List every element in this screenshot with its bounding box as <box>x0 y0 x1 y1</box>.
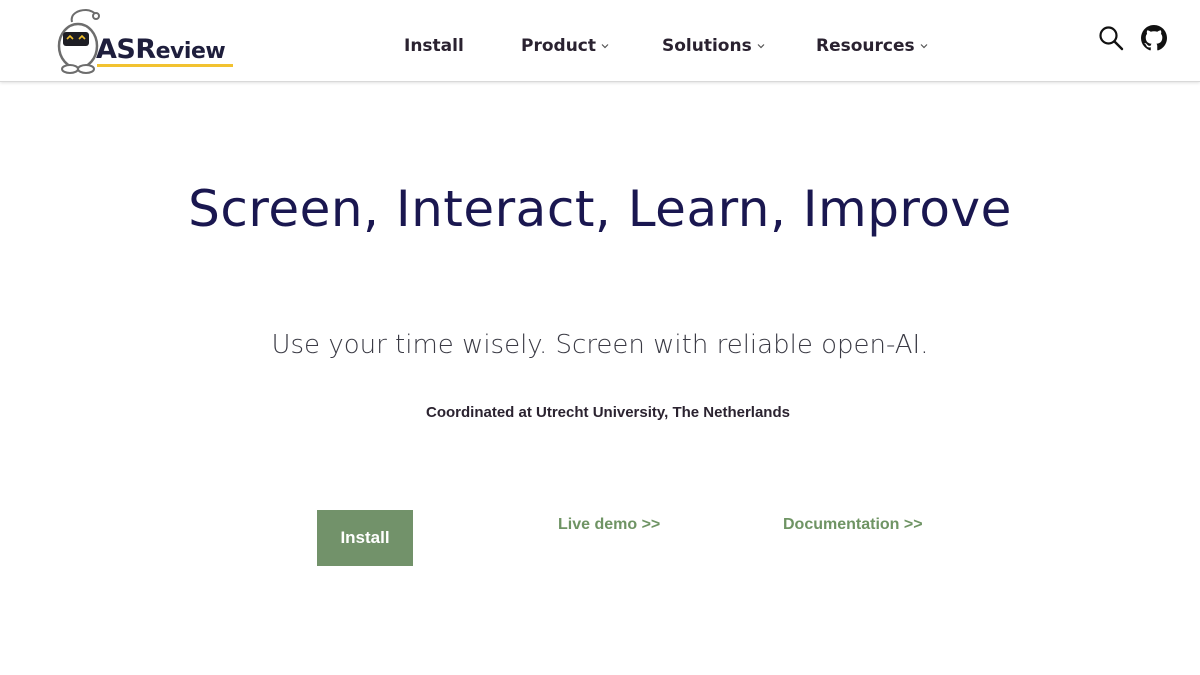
github-icon[interactable] <box>1141 25 1167 51</box>
main-nav: Install Product Solutions Resources <box>0 36 1200 62</box>
hero-subtitle: Use your time wisely. Screen with reliab… <box>271 330 929 360</box>
chevron-down-icon <box>757 44 765 49</box>
hero-title: Screen, Interact, Learn, Improve <box>188 180 1012 238</box>
nav-item-install[interactable]: Install <box>404 36 464 56</box>
nav-item-product[interactable]: Product <box>521 36 609 56</box>
coordination-note: Coordinated at Utrecht University, The N… <box>426 404 790 421</box>
install-button[interactable]: Install <box>317 510 413 566</box>
chevron-down-icon <box>920 44 928 49</box>
nav-item-label: Resources <box>816 36 915 56</box>
nav-item-solutions[interactable]: Solutions <box>662 36 765 56</box>
nav-item-label: Product <box>521 36 596 56</box>
logo-underline <box>97 64 233 67</box>
chevron-down-icon <box>601 44 609 49</box>
nav-item-label: Solutions <box>662 36 752 56</box>
site-header: ASReview Install Product Solutions Resou… <box>0 0 1200 82</box>
search-icon[interactable] <box>1098 25 1124 51</box>
documentation-link[interactable]: Documentation >> <box>783 516 923 534</box>
nav-item-label: Install <box>404 36 464 56</box>
nav-item-resources[interactable]: Resources <box>816 36 928 56</box>
live-demo-link[interactable]: Live demo >> <box>558 516 660 534</box>
